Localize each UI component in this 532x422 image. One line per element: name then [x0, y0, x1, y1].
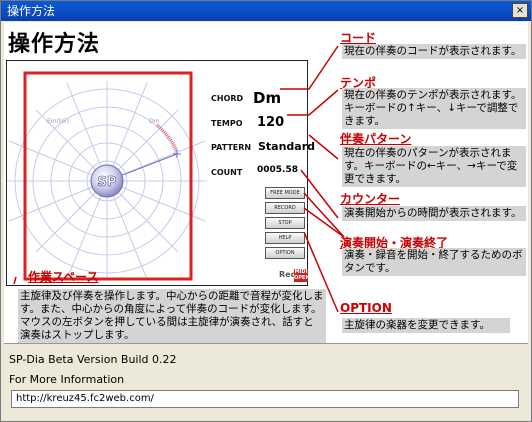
leader-startstop-2: [303, 207, 345, 238]
free-mode-button[interactable]: FREE MODE: [265, 187, 305, 199]
title-bar: 操作方法 ×: [1, 1, 531, 21]
chord-label-em: Em(b5): [47, 118, 69, 125]
annotation-pattern-title: 伴奏パターン: [340, 132, 412, 146]
chord-value: Dm: [253, 89, 282, 107]
pattern-value: Standard: [258, 140, 316, 153]
page-heading: 操作方法: [8, 32, 101, 57]
annotation-tempo-desc: 現在の伴奏のテンポが表示されます。キーボードの↑キー、↓キーで調整できます。: [342, 88, 526, 129]
annotation-option-title: OPTION: [340, 301, 392, 315]
annotation-workspace-desc: 主旋律及び伴奏を操作します。中心からの距離で音程が変化します。また、中心からの角…: [18, 289, 326, 343]
url-field[interactable]: http://kreuz45.fc2web.com/: [11, 390, 519, 408]
record-button[interactable]: RECORD: [265, 202, 305, 214]
help-button[interactable]: HELP: [265, 232, 305, 244]
midi-logo: MIDI OPEN: [294, 269, 310, 282]
window-title: 操作方法: [7, 4, 56, 18]
more-info-text: For More Information: [9, 373, 125, 386]
count-value: 0005.58: [257, 165, 298, 175]
option-button[interactable]: OPTION: [265, 247, 305, 259]
content-area: 操作方法 Em(b5) Dm SP CHORD Dm TEMPO 120 PAT…: [4, 22, 528, 344]
version-text: SP-Dia Beta Version Build 0.22: [9, 353, 177, 366]
annotation-chord-desc: 現在の伴奏のコードが表示されます。: [342, 44, 526, 59]
chord-label-dm: Dm: [149, 118, 160, 125]
dialog-window: 操作方法 × 操作方法 Em(b5) Dm SP CHORD Dm TEMPO …: [0, 0, 532, 422]
pattern-label: PATTERN: [211, 143, 252, 152]
annotation-counter-title: カウンター: [340, 192, 401, 206]
count-label: COUNT: [211, 168, 243, 177]
stop-button[interactable]: STOP: [265, 217, 305, 229]
chord-label: CHORD: [211, 94, 244, 103]
annotation-option-desc: 主旋律の楽器を変更できます。: [342, 318, 510, 333]
tempo-label: TEMPO: [211, 119, 243, 128]
tempo-value: 120: [257, 115, 285, 130]
annotation-pattern-desc: 現在の伴奏のパターンが表示されます。キーボードの←キー、→キーで変更できます。: [342, 146, 526, 187]
sp-ball-label: SP: [98, 175, 117, 190]
rec-logo: Rec: [279, 270, 296, 279]
leader-startstop: [303, 192, 345, 238]
annotation-startstop-desc: 演奏・録音を開始・終了するためのボタンです。: [342, 248, 526, 276]
annotation-workspace-title: 作業スペース: [28, 270, 99, 284]
content-divider: [4, 343, 528, 344]
close-button[interactable]: ×: [512, 3, 528, 18]
annotation-counter-desc: 演奏開始からの時間が表示されます。: [342, 206, 526, 221]
app-screenshot-panel: Em(b5) Dm SP CHORD Dm TEMPO 120 PATTERN …: [6, 60, 315, 286]
midi-logo-bottom: OPEN: [294, 275, 310, 281]
